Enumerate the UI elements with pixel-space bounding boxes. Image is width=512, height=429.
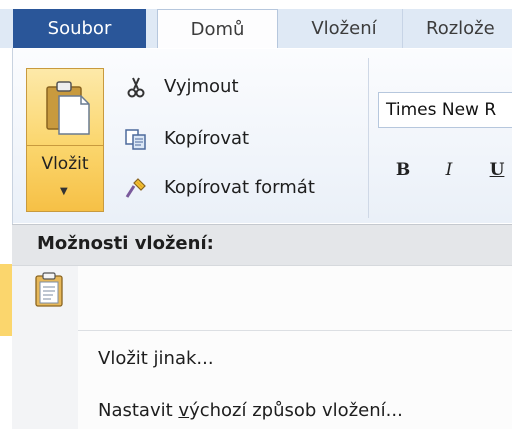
paste-label: Vložit [41, 154, 89, 174]
set-default-paste-label-post: ýchozí způsob vložení... [189, 400, 403, 421]
paste-icon [46, 81, 90, 135]
tab-home[interactable]: Domů [157, 9, 278, 50]
tab-insert[interactable]: Vložení [286, 9, 403, 48]
paste-dropdown-button[interactable]: Vložit ▼ [26, 146, 104, 212]
dropdown-caret-icon: ▼ [60, 186, 68, 197]
paste-special-item[interactable]: Vložit jinak... [98, 348, 214, 369]
cut-label: Vyjmout [164, 76, 239, 97]
set-default-paste-item[interactable]: Nastavit výchozí způsob vložení... [98, 400, 403, 421]
copy-label: Kopírovat [164, 128, 250, 149]
paste-special-ellipsis: ... [196, 348, 214, 369]
scissors-icon [127, 77, 145, 98]
copy-button[interactable]: Kopírovat [124, 124, 344, 154]
format-painter-button[interactable]: Kopírovat formát [124, 173, 369, 203]
cropped-title-fragment [0, 0, 512, 9]
set-default-paste-label-pre: Nastavit [98, 400, 179, 421]
paste-options-header: Možnosti vložení: [12, 224, 512, 266]
set-default-paste-accel: v [178, 400, 190, 421]
format-painter-icon [125, 178, 146, 198]
ribbon-tab-bar: Soubor Domů Vložení Rozlože [0, 9, 512, 50]
paste-options-title: Možnosti vložení: [37, 233, 214, 254]
menu-divider [78, 330, 512, 331]
selected-option-indicator [0, 264, 12, 336]
underline-button[interactable]: U [484, 160, 510, 180]
copy-icon [125, 129, 146, 150]
cut-button[interactable]: Vyjmout [124, 72, 324, 102]
keep-text-only-icon[interactable] [34, 272, 64, 308]
tab-page-layout[interactable]: Rozlože [426, 9, 512, 48]
bold-button[interactable]: B [390, 160, 416, 180]
tab-file[interactable]: Soubor [13, 9, 146, 48]
group-separator [368, 58, 369, 218]
format-painter-label: Kopírovat formát [164, 177, 315, 198]
font-name-combobox[interactable]: Times New R [378, 92, 512, 128]
paste-special-label: Vložit jinak [98, 348, 197, 369]
italic-button[interactable]: I [436, 160, 462, 180]
paste-button[interactable] [26, 68, 104, 146]
